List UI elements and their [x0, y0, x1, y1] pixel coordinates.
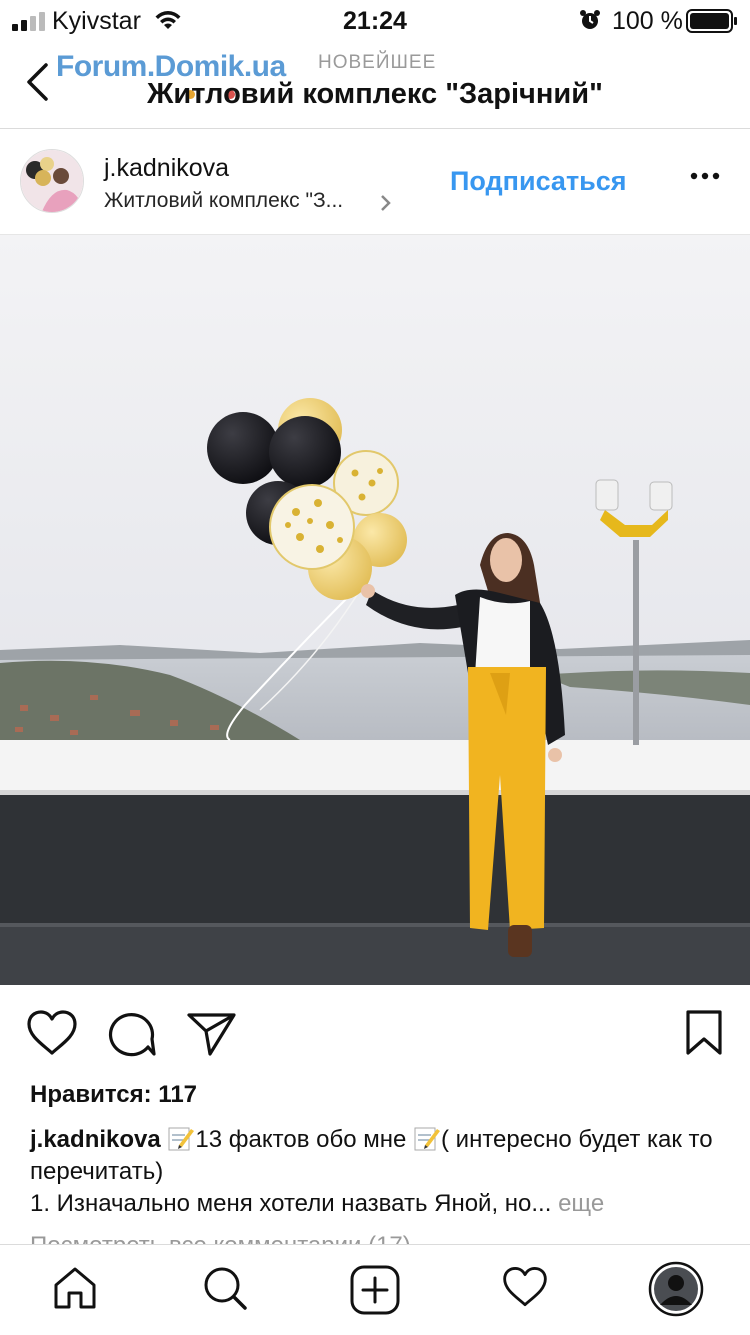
page-title: Житловий комплекс "Зарічний" [147, 78, 603, 110]
tab-bar [0, 1244, 750, 1335]
navigation-bar: Forum.Domik.ua НОВЕЙШЕЕ Житловий комплек… [0, 40, 750, 129]
post-photo[interactable] [0, 235, 750, 985]
add-post-icon[interactable] [350, 1265, 400, 1315]
alarm-icon [580, 10, 600, 29]
memo-emoji-icon [414, 1127, 441, 1151]
profile-avatar[interactable] [648, 1261, 704, 1317]
view-comments-link[interactable]: Посмотреть все комментарии (17) [30, 1230, 411, 1244]
status-bar: Kyivstar 21:24 100 % [0, 0, 750, 40]
comment-icon[interactable] [108, 1009, 156, 1057]
caption-line-2: 1. Изначально меня хотели назвать Яной, … [30, 1188, 730, 1220]
home-icon[interactable] [52, 1265, 98, 1311]
caption-text-1: 13 фактов обо мне [195, 1126, 407, 1153]
post-caption: j.kadnikova 13 фактов обо мне ( интересн… [30, 1124, 730, 1188]
post-actions [0, 1005, 750, 1065]
share-icon[interactable] [186, 1009, 238, 1057]
battery-percent: 100 % [612, 7, 683, 35]
post-location[interactable]: Житловий комплекс "З... [104, 189, 343, 213]
caption-line-2-text: 1. Изначально меня хотели назвать Яной, … [30, 1190, 552, 1217]
chevron-right-icon [381, 195, 391, 211]
avatar[interactable] [20, 149, 84, 213]
nav-subtitle: НОВЕЙШЕЕ [318, 52, 437, 73]
caption-username[interactable]: j.kadnikova [30, 1126, 161, 1153]
memo-emoji-icon [168, 1127, 195, 1151]
likes-count[interactable]: Нравится: 117 [30, 1081, 197, 1109]
post-header: j.kadnikova Житловий комплекс "З... Подп… [0, 129, 750, 235]
search-icon[interactable] [202, 1265, 248, 1311]
follow-button[interactable]: Подписаться [450, 166, 627, 197]
heart-icon[interactable] [26, 1009, 78, 1057]
caption-more-link[interactable]: еще [558, 1190, 604, 1217]
battery-icon [686, 9, 737, 33]
activity-icon[interactable] [502, 1265, 548, 1309]
bookmark-icon[interactable] [685, 1009, 723, 1057]
post-username[interactable]: j.kadnikova [104, 154, 229, 183]
more-horizontal-icon[interactable] [690, 171, 720, 181]
